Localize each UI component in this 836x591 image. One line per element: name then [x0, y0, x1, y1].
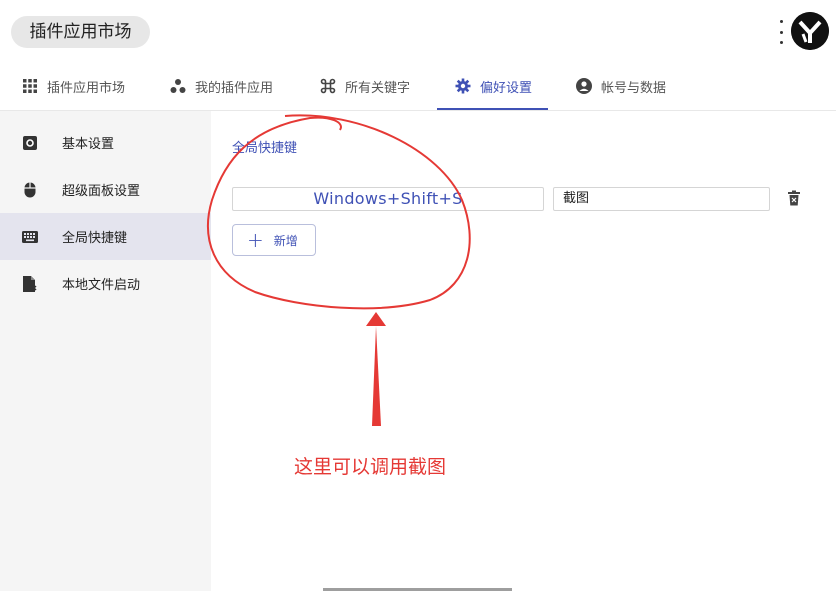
sidebar-item-local-file-launch[interactable]: 本地文件启动	[0, 260, 211, 307]
delete-hotkey-button[interactable]	[787, 190, 805, 210]
settings-box-icon	[22, 135, 38, 151]
sidebar-item-basic-settings[interactable]: 基本设置	[0, 119, 211, 166]
keyboard-icon	[22, 229, 38, 245]
annotation-text: 这里可以调用截图	[294, 456, 447, 478]
tab-all-keywords[interactable]: 所有关键字	[320, 64, 410, 108]
hotkey-command-field[interactable]: 截图	[553, 187, 770, 211]
file-launch-icon	[22, 275, 38, 292]
annotation-arrowhead	[366, 312, 386, 326]
trash-icon	[787, 190, 801, 210]
apps-grid-icon	[22, 78, 38, 94]
app-title[interactable]: 插件应用市场	[11, 16, 150, 48]
settings-sidebar: 基本设置 超级面板设置 全局快捷键 本地文件启动	[0, 111, 211, 591]
hotkey-keys-field[interactable]: Windows+Shift+S	[232, 187, 544, 211]
sidebar-item-label: 本地文件启动	[62, 278, 141, 293]
mouse-icon	[22, 182, 38, 198]
add-hotkey-button[interactable]: + 新增	[232, 224, 316, 256]
sidebar-item-label: 超级面板设置	[62, 184, 141, 199]
tab-label: 我的插件应用	[195, 80, 274, 96]
more-menu-icon[interactable]	[778, 20, 784, 44]
section-title: 全局快捷键	[232, 141, 298, 156]
tab-account-data[interactable]: 帐号与数据	[576, 64, 666, 108]
sidebar-item-label: 全局快捷键	[62, 231, 128, 246]
tab-label: 帐号与数据	[601, 80, 667, 96]
tab-label: 插件应用市场	[47, 80, 126, 96]
sidebar-item-global-hotkeys[interactable]: 全局快捷键	[0, 213, 211, 260]
bubbles-icon	[170, 78, 186, 94]
plus-icon: +	[247, 228, 264, 252]
account-icon	[576, 78, 592, 94]
app-logo[interactable]	[791, 12, 829, 50]
add-button-label: 新增	[273, 233, 298, 248]
command-icon	[320, 78, 336, 94]
tab-preferences[interactable]: 偏好设置	[436, 64, 549, 110]
annotation-arrow	[372, 326, 381, 426]
tab-label: 偏好设置	[480, 80, 533, 96]
tab-label: 所有关键字	[345, 80, 411, 96]
gear-icon	[455, 78, 471, 94]
sidebar-item-super-panel[interactable]: 超级面板设置	[0, 166, 211, 213]
sidebar-item-label: 基本设置	[62, 137, 115, 152]
top-tabs: 插件应用市场 我的插件应用 所有关键字 偏好设置 帐号与数据	[0, 64, 836, 111]
tab-plugin-market[interactable]: 插件应用市场	[22, 64, 125, 108]
tab-my-plugins[interactable]: 我的插件应用	[170, 64, 273, 108]
